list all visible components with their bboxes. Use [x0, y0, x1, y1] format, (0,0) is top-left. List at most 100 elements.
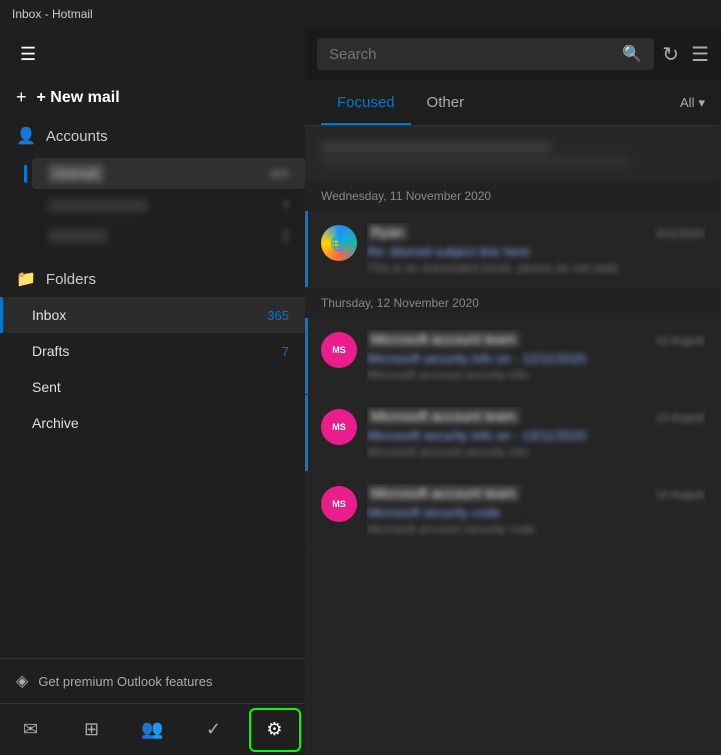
folder-item-sent[interactable]: Sent: [0, 369, 305, 405]
accounts-label: Accounts: [46, 128, 108, 145]
toolbar-icons: ↻ ☰: [662, 42, 709, 67]
preview-ryan: This is an automated email, please do no…: [367, 261, 705, 275]
time-ryan: 6/11/2020: [657, 228, 705, 240]
accounts-section[interactable]: 👤 Accounts: [0, 118, 305, 154]
tasks-nav-item[interactable]: ✓: [188, 708, 240, 752]
filter-toolbar-icon: ☰: [691, 44, 709, 66]
folder-badge-drafts: 7: [282, 344, 289, 359]
email-header-ms3: Microsoft account team 14 August: [367, 484, 705, 502]
premium-banner[interactable]: ◈ Get premium Outlook features: [0, 658, 305, 703]
search-input-wrapper: 🔍: [317, 38, 654, 70]
sidebar: ☰ + + New mail 👤 Accounts Hotmail 365 7 …: [0, 28, 305, 755]
sender-ryan: Ryan: [367, 223, 408, 241]
right-panel: 🔍 ↻ ☰ Focused Other All: [305, 28, 721, 755]
unread-accent-ryan: [305, 211, 308, 287]
preview-ms1: Microsoft account security info: [367, 368, 705, 382]
search-input[interactable]: [329, 46, 614, 63]
people-icon: 👥: [141, 719, 163, 740]
subject-ms2: Microsoft security info on - 13/11/2020: [367, 428, 705, 443]
preview-ms3: Microsoft account security code: [367, 522, 705, 536]
calendar-nav-item[interactable]: ⊞: [66, 708, 118, 752]
email-item-ryan[interactable]: 🌐 Ryan 6/11/2020 Re: blurred subject lin…: [305, 211, 721, 288]
mail-icon: ✉: [23, 719, 38, 740]
folder-list: Inbox 365 Drafts 7 Sent Archive: [0, 297, 305, 658]
date-divider-wednesday: Wednesday, 11 November 2020: [305, 181, 721, 211]
filter-dropdown-button[interactable]: All ▾: [680, 95, 705, 111]
email-content-ms1: Microsoft account team 12 August Microso…: [367, 330, 705, 382]
account-badge-hotmail: 365: [269, 167, 289, 181]
email-header-ms1: Microsoft account team 12 August: [367, 330, 705, 348]
unread-accent-ms2: [305, 395, 308, 471]
search-icon: 🔍: [622, 46, 642, 63]
filter-label: All: [680, 95, 694, 110]
email-content-ryan: Ryan 6/11/2020 Re: blurred subject line …: [367, 223, 705, 275]
premium-label: Get premium Outlook features: [38, 674, 212, 689]
folder-name-archive: Archive: [32, 415, 79, 431]
email-item-blurred-top[interactable]: [305, 126, 721, 181]
sidebar-top: ☰: [0, 28, 305, 77]
time-ms2: 13 August: [656, 412, 705, 424]
settings-nav-item[interactable]: ⚙: [249, 708, 301, 752]
mail-nav-item[interactable]: ✉: [5, 708, 57, 752]
time-ms3: 14 August: [656, 489, 705, 501]
subject-ms3: Microsoft security code: [367, 505, 705, 520]
folders-section: 📁 Folders: [0, 253, 305, 297]
account-list: Hotmail 365 7 2: [0, 154, 305, 253]
email-item-ms3[interactable]: MS Microsoft account team 14 August Micr…: [305, 472, 721, 549]
email-list: Wednesday, 11 November 2020 🌐 Ryan 6/11/…: [305, 126, 721, 755]
settings-icon: ⚙: [266, 719, 282, 740]
date-divider-thursday: Thursday, 12 November 2020: [305, 288, 721, 318]
folder-name-drafts: Drafts: [32, 343, 69, 359]
account-name-hotmail: Hotmail: [48, 164, 104, 183]
email-item-ms2[interactable]: MS Microsoft account team 13 August Micr…: [305, 395, 721, 472]
email-header-ryan: Ryan 6/11/2020: [367, 223, 705, 241]
avatar-ryan: 🌐: [321, 225, 357, 261]
folders-label: Folders: [46, 271, 96, 288]
tabs-row: Focused Other All ▾: [305, 80, 721, 126]
preview-ms2: Microsoft account security info: [367, 445, 705, 459]
folder-badge-inbox: 365: [267, 308, 289, 323]
account-badge-2: 7: [282, 199, 289, 213]
email-item-ms1[interactable]: MS Microsoft account team 12 August Micr…: [305, 318, 721, 395]
title-bar: Inbox - Hotmail: [0, 0, 721, 28]
tab-focused[interactable]: Focused: [321, 80, 411, 125]
calendar-icon: ⊞: [84, 719, 99, 740]
subject-ms1: Microsoft security info on - 12/11/2020: [367, 351, 705, 366]
email-content-ms3: Microsoft account team 14 August Microso…: [367, 484, 705, 536]
new-mail-icon: +: [16, 87, 27, 108]
refresh-button[interactable]: ↻: [662, 42, 679, 67]
hamburger-button[interactable]: ☰: [16, 40, 40, 69]
folder-item-drafts[interactable]: Drafts 7: [0, 333, 305, 369]
email-header-ms2: Microsoft account team 13 August: [367, 407, 705, 425]
bottom-nav: ✉ ⊞ 👥 ✓ ⚙: [0, 703, 305, 755]
folders-icon: 📁: [16, 269, 36, 289]
unread-accent-ms1: [305, 318, 308, 394]
account-badge-3: 2: [282, 229, 289, 243]
folder-name-inbox: Inbox: [32, 307, 66, 323]
folder-name-sent: Sent: [32, 379, 61, 395]
premium-icon: ◈: [16, 671, 28, 691]
people-nav-item[interactable]: 👥: [127, 708, 179, 752]
new-mail-label: + New mail: [37, 89, 120, 107]
account-item-hotmail[interactable]: Hotmail 365: [32, 158, 305, 189]
tab-other[interactable]: Other: [411, 80, 481, 125]
search-icon-button[interactable]: 🔍: [622, 44, 642, 64]
account-item-2[interactable]: 7: [32, 193, 305, 219]
new-mail-button[interactable]: + + New mail: [0, 77, 305, 118]
subject-ryan: Re: blurred subject line here: [367, 244, 705, 259]
sender-ms3: Microsoft account team: [367, 484, 520, 502]
folder-item-archive[interactable]: Archive: [0, 405, 305, 441]
title-bar-text: Inbox - Hotmail: [12, 7, 93, 21]
sender-ms2: Microsoft account team: [367, 407, 520, 425]
tasks-icon: ✓: [206, 719, 221, 740]
sender-ms1: Microsoft account team: [367, 330, 520, 348]
account-item-3[interactable]: 2: [32, 223, 305, 249]
avatar-ms1: MS: [321, 332, 357, 368]
refresh-icon: ↻: [662, 44, 679, 66]
search-bar: 🔍 ↻ ☰: [305, 28, 721, 80]
time-ms1: 12 August: [656, 335, 705, 347]
filter-toolbar-button[interactable]: ☰: [691, 42, 709, 67]
accounts-icon: 👤: [16, 126, 36, 146]
folder-item-inbox[interactable]: Inbox 365: [0, 297, 305, 333]
avatar-ms3: MS: [321, 486, 357, 522]
